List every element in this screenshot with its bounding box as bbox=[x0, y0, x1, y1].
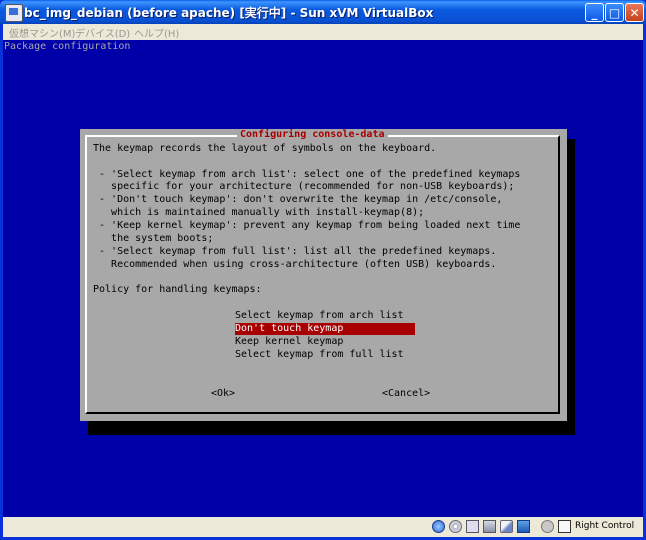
menu-machine[interactable]: 仮想マシン(M) bbox=[9, 25, 75, 40]
dialog-text-line: - 'Select keymap from arch list': select… bbox=[93, 169, 521, 180]
console-data-dialog: Configuring console-data The keymap reco… bbox=[80, 129, 567, 421]
cd-rom-icon[interactable] bbox=[449, 520, 462, 533]
virtualbox-app-icon[interactable] bbox=[5, 4, 23, 22]
dialog-text-line: - 'Select keymap from full list': list a… bbox=[93, 246, 497, 257]
dialog-text-line: Recommended when using cross-architectur… bbox=[93, 259, 497, 270]
host-key-icon bbox=[558, 520, 571, 533]
usb-icon[interactable] bbox=[500, 520, 513, 533]
option-keep-kernel-keymap[interactable]: Keep kernel keymap bbox=[235, 336, 415, 348]
menu-help[interactable]: ヘルプ(H) bbox=[134, 25, 179, 40]
menu-bar: 仮想マシン(M) デバイス(D) ヘルプ(H) bbox=[3, 24, 643, 40]
close-button[interactable]: ✕ bbox=[625, 3, 644, 22]
network-icon[interactable] bbox=[483, 520, 496, 533]
option-dont-touch-keymap[interactable]: Don't touch keymap bbox=[235, 323, 415, 335]
window-title: bc_img_debian (before apache) [実行中] - Su… bbox=[24, 6, 434, 20]
maximize-button[interactable]: □ bbox=[605, 3, 624, 22]
option-select-full-list[interactable]: Select keymap from full list bbox=[235, 349, 415, 361]
status-bar: Right Control bbox=[3, 517, 643, 537]
dialog-text-line: specific for your architecture (recommen… bbox=[93, 181, 515, 192]
minimize-button[interactable]: _ bbox=[585, 3, 604, 22]
dialog-text-line: - 'Don't touch keymap': don't overwrite … bbox=[93, 194, 503, 205]
floppy-icon[interactable] bbox=[466, 520, 479, 533]
cancel-button[interactable]: <Cancel> bbox=[382, 388, 430, 400]
dialog-text-line: - 'Keep kernel keymap': prevent any keym… bbox=[93, 220, 521, 231]
dialog-text-line: The keymap records the layout of symbols… bbox=[93, 143, 437, 154]
guest-screen[interactable]: Package configuration Configuring consol… bbox=[3, 40, 643, 517]
menu-devices[interactable]: デバイス(D) bbox=[75, 25, 130, 40]
shared-folders-icon[interactable] bbox=[517, 520, 530, 533]
ok-button[interactable]: <Ok> bbox=[211, 388, 235, 400]
hard-disk-icon[interactable] bbox=[432, 520, 445, 533]
host-key-label: Right Control bbox=[575, 521, 635, 531]
dialog-title: Configuring console-data bbox=[237, 129, 388, 141]
dialog-text-line: which is maintained manually with instal… bbox=[93, 207, 425, 218]
virtualbox-window: bc_img_debian (before apache) [実行中] - Su… bbox=[0, 0, 646, 540]
option-select-arch-list[interactable]: Select keymap from arch list bbox=[235, 310, 415, 322]
package-configuration-header: Package configuration bbox=[4, 41, 131, 52]
mouse-integration-icon[interactable] bbox=[541, 520, 554, 533]
title-bar[interactable]: bc_img_debian (before apache) [実行中] - Su… bbox=[0, 0, 646, 24]
dialog-text-line: Policy for handling keymaps: bbox=[93, 284, 262, 295]
dialog-text-line: the system boots; bbox=[93, 233, 214, 244]
